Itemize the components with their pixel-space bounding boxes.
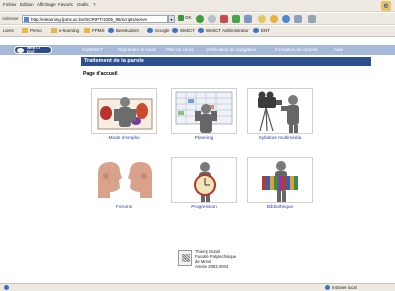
go-arrow-icon	[178, 15, 184, 21]
menu-outils[interactable]: Outils	[77, 2, 89, 7]
section-title-bar: Traitement de la parole	[81, 57, 371, 66]
ie-icon	[172, 28, 178, 34]
person-camera-icon	[247, 88, 313, 134]
address-value: http://elearning.fpms.ac.be/SCRIPT/1005_…	[31, 17, 148, 22]
tile-bibliotheque[interactable]: Bibliothèque	[247, 157, 313, 210]
menu-edition[interactable]: Edition	[20, 2, 34, 7]
two-faces-icon	[91, 157, 157, 203]
tile-planning[interactable]: Planning	[171, 88, 237, 141]
tile-progression[interactable]: Progression	[171, 157, 237, 210]
favorites-icon[interactable]	[270, 15, 278, 23]
media-icon[interactable]	[282, 15, 290, 23]
link-elearning[interactable]: e-learning	[51, 28, 79, 34]
link-perso[interactable]: Perso	[22, 28, 42, 34]
folder-icon	[22, 28, 28, 34]
links-bar: Liens Perso e-learning FPMS Beestudent G…	[0, 26, 395, 37]
link-webct[interactable]: WebCT	[172, 28, 195, 34]
person-calendar-icon	[171, 88, 237, 134]
author-footer: Thierry Dutoit Faculté Polytechnique de …	[178, 249, 238, 269]
menu-fichier[interactable]: Fichier	[3, 2, 17, 7]
section-title: Traitement de la parole	[84, 58, 144, 64]
page-icon	[24, 17, 29, 22]
print-icon[interactable]	[308, 15, 316, 23]
link-ent[interactable]: ENT	[253, 28, 270, 34]
history-icon[interactable]	[294, 15, 302, 23]
tile-label[interactable]: Planning	[171, 136, 237, 141]
browser-statusbar: Intranet local	[0, 283, 395, 291]
menu-favoris[interactable]: Favoris	[58, 2, 73, 7]
nav-mywebct[interactable]: myWebCT	[82, 47, 103, 52]
browser-menubar: Fichier Edition Affichage Favoris Outils…	[0, 0, 395, 12]
menu-affichage[interactable]: Affichage	[37, 2, 56, 7]
nav-verification[interactable]: Vérification du navigateur	[206, 47, 257, 52]
nav-formation-courriel[interactable]: Formation du courriel	[275, 47, 318, 52]
faculty-emblem-icon	[178, 250, 192, 266]
tile-label[interactable]: Mode d'emploi	[91, 136, 157, 141]
nav-aide[interactable]: Aide	[334, 47, 343, 52]
tile-label[interactable]: Bibliothèque	[247, 205, 313, 210]
link-fpms[interactable]: FPMS	[84, 28, 105, 34]
ie-icon	[253, 28, 259, 34]
links-label: Liens	[3, 28, 14, 33]
link-webct-admin[interactable]: WebCT Administrator	[198, 28, 249, 34]
folder-icon	[51, 28, 57, 34]
tile-label[interactable]: Progression	[171, 205, 237, 210]
address-bar: Adresse http://elearning.fpms.ac.be/SCRI…	[0, 13, 395, 25]
person-chart-icon	[91, 88, 157, 134]
address-input[interactable]: http://elearning.fpms.ac.be/SCRIPT/1005_…	[22, 15, 168, 23]
refresh-icon[interactable]	[232, 15, 240, 23]
ie-icon	[147, 28, 153, 34]
search-icon[interactable]	[258, 15, 266, 23]
menu-help[interactable]: ?	[93, 2, 96, 7]
tile-label[interactable]: Syllabus multimédia	[247, 136, 313, 141]
logo-text: WEB CT EDIT	[27, 46, 41, 54]
footer-text: Thierry Dutoit Faculté Polytechnique de …	[195, 249, 237, 269]
go-label: OK	[185, 15, 192, 21]
page-heading: Page d'accueil	[83, 71, 118, 77]
webct-navbar: WEB CT EDIT myWebCT Reprendre le cours Pl…	[0, 45, 395, 55]
link-beestudent[interactable]: Beestudent	[108, 28, 139, 34]
intranet-icon	[325, 285, 330, 291]
folder-icon	[84, 28, 90, 34]
ie-icon	[108, 28, 114, 34]
ie-logo-icon: e	[381, 1, 391, 11]
back-icon[interactable]	[196, 15, 204, 23]
person-books-icon	[247, 157, 313, 203]
webct-logo[interactable]: WEB CT EDIT	[14, 46, 52, 54]
nav-plan-cours[interactable]: Plan du cours	[166, 47, 194, 52]
tile-mode-emploi[interactable]: Mode d'emploi	[91, 88, 157, 141]
ie-icon	[198, 28, 204, 34]
page-status-icon	[4, 285, 9, 290]
tile-label[interactable]: Forums	[91, 205, 157, 210]
home-icon[interactable]	[244, 15, 252, 23]
link-google[interactable]: Google	[147, 28, 170, 34]
stop-icon[interactable]	[220, 15, 228, 23]
nav-reprendre-cours[interactable]: Reprendre le cours	[118, 47, 156, 52]
tile-syllabus[interactable]: Syllabus multimédia	[247, 88, 313, 141]
forward-icon[interactable]	[208, 15, 216, 23]
webct-logo-icon	[17, 48, 24, 53]
tile-forums[interactable]: Forums	[91, 157, 157, 210]
security-zone: Intranet local	[325, 285, 357, 291]
person-clock-icon	[171, 157, 237, 203]
address-label: Adresse	[2, 16, 19, 21]
address-dropdown-button[interactable]: ▾	[168, 15, 175, 23]
go-button[interactable]: OK	[178, 15, 192, 21]
